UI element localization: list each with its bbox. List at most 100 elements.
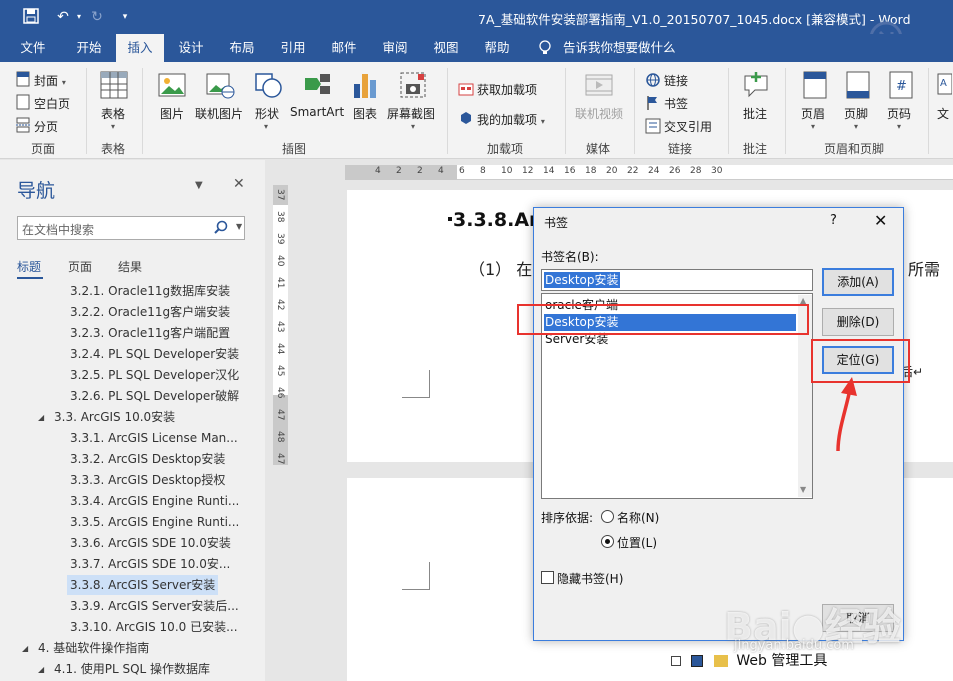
link-icon <box>645 72 661 88</box>
document-heading[interactable]: 3.3.8.Ar <box>453 209 538 231</box>
page-break-button[interactable]: 分页 <box>34 118 58 135</box>
document-paragraph-start[interactable]: （1） 在 <box>469 256 532 280</box>
nav-heading-item[interactable]: 3.3.4. ArcGIS Engine Runti... <box>67 491 242 511</box>
cross-reference-button[interactable]: 交叉引用 <box>664 118 712 135</box>
search-dropdown-icon[interactable]: ▼ <box>236 222 242 231</box>
sort-name-radio[interactable] <box>601 510 614 523</box>
get-addins-button[interactable]: 获取加载项 <box>477 81 537 98</box>
delete-button[interactable]: 删除(D) <box>822 308 894 336</box>
text-box-button[interactable]: 文 <box>937 105 949 122</box>
ruler-number: 28 <box>690 166 702 176</box>
nav-heading-item[interactable]: 4. 基础软件操作指南 <box>35 638 152 658</box>
nav-heading-item[interactable]: 3.3.2. ArcGIS Desktop安装 <box>67 449 228 469</box>
sort-location-label[interactable]: 位置(L) <box>617 534 657 551</box>
nav-heading-item[interactable]: 3.3.3. ArcGIS Desktop授权 <box>67 470 228 490</box>
nav-tab-indicator <box>17 277 43 279</box>
hidden-bookmarks-label[interactable]: 隐藏书签(H) <box>557 570 623 587</box>
tab-review[interactable]: 审阅 <box>374 34 416 62</box>
nav-heading-item[interactable]: 3.3.9. ArcGIS Server安装后... <box>67 596 242 616</box>
document-paragraph-end[interactable]: 所需 <box>908 256 940 280</box>
shapes-button[interactable]: 形状 <box>255 105 279 122</box>
my-addins-icon <box>458 110 474 126</box>
my-addins-button[interactable]: 我的加载项 ▾ <box>477 111 545 128</box>
nav-heading-item[interactable]: 3.2.5. PL SQL Developer汉化 <box>67 365 242 385</box>
sort-location-radio[interactable] <box>601 535 614 548</box>
add-button[interactable]: 添加(A) <box>822 268 894 296</box>
navigation-pane: 导航 ▼ ✕ 在文档中搜索 ▼ 标题 页面 结果 3.2.1. Oracle11… <box>0 160 265 681</box>
redo-icon[interactable]: ↻ <box>88 8 106 26</box>
nav-tab-results[interactable]: 结果 <box>118 258 142 275</box>
undo-dropdown-icon[interactable]: ▾ <box>70 8 88 26</box>
collapse-triangle-icon[interactable]: ◢ <box>22 644 28 653</box>
nav-heading-item[interactable]: 3.3.6. ArcGIS SDE 10.0安装 <box>67 533 234 553</box>
nav-heading-item[interactable]: 3.3.10. ArcGIS 10.0 已安装... <box>67 617 241 637</box>
ruler-number: 22 <box>627 166 639 176</box>
nav-heading-item[interactable]: 3.2.3. Oracle11g客户端配置 <box>67 323 233 343</box>
tab-layout[interactable]: 布局 <box>221 34 263 62</box>
nav-tab-pages[interactable]: 页面 <box>68 258 92 275</box>
ruler-number: 10 <box>501 166 513 176</box>
chart-icon <box>350 70 380 100</box>
nav-heading-item[interactable]: 3.3.5. ArcGIS Engine Runti... <box>67 512 242 532</box>
bookmark-name-input[interactable]: Desktop安装 <box>541 269 813 291</box>
tab-help[interactable]: 帮助 <box>476 34 518 62</box>
nav-heading-item[interactable]: 3.2.2. Oracle11g客户端安装 <box>67 302 233 322</box>
vertical-ruler[interactable]: 37 38 39 40 41 42 43 44 45 46 47 48 47 <box>273 185 288 465</box>
tab-insert[interactable]: 插入 <box>116 34 164 62</box>
nav-heading-item[interactable]: 3.3.8. ArcGIS Server安装 <box>67 575 219 595</box>
tab-mailings[interactable]: 邮件 <box>323 34 365 62</box>
smartart-button[interactable]: SmartArt <box>290 105 344 119</box>
help-icon[interactable]: ? <box>830 213 837 228</box>
cover-page-button[interactable]: 封面 ▾ <box>34 72 66 89</box>
nav-options-icon[interactable]: ▼ <box>195 180 203 191</box>
nav-tab-headings[interactable]: 标题 <box>17 258 41 275</box>
nav-heading-item[interactable]: 3.2.4. PL SQL Developer安装 <box>67 344 242 364</box>
picture-icon <box>157 70 187 100</box>
picture-button[interactable]: 图片 <box>160 105 184 122</box>
header-button[interactable]: 页眉 <box>801 105 825 122</box>
group-label-media: 媒体 <box>586 142 611 156</box>
ruler-number: 44 <box>275 343 285 355</box>
customize-icon[interactable]: ▾ <box>116 8 134 26</box>
tab-view[interactable]: 视图 <box>425 34 467 62</box>
tab-home[interactable]: 开始 <box>64 34 114 62</box>
group-label-links: 链接 <box>668 142 693 156</box>
save-icon[interactable] <box>22 8 40 26</box>
footer-button[interactable]: 页脚 <box>844 105 868 122</box>
page-number-button[interactable]: 页码 <box>887 105 911 122</box>
online-picture-button[interactable]: 联机图片 <box>195 105 243 122</box>
tell-me-box[interactable]: 告诉我你想要做什么 <box>563 34 676 62</box>
nav-heading-item[interactable]: 3.3.7. ArcGIS SDE 10.0安... <box>67 554 233 574</box>
search-icon[interactable] <box>214 220 228 238</box>
sort-name-label[interactable]: 名称(N) <box>617 509 659 526</box>
ruler-number: 38 <box>275 211 285 223</box>
chart-button[interactable]: 图表 <box>353 105 377 122</box>
nav-heading-item[interactable]: 3.3.1. ArcGIS License Man... <box>67 428 241 448</box>
group-label-addins: 加载项 <box>487 142 524 156</box>
scroll-down-icon[interactable]: ▼ <box>800 485 806 494</box>
nav-heading-item[interactable]: 4.1. 使用PL SQL 操作数据库 <box>51 659 213 679</box>
bookmark-button[interactable]: 书签 <box>664 95 688 112</box>
horizontal-ruler[interactable]: 4 2 2 4 6 8 10 12 14 16 18 20 22 24 26 28 30 <box>345 165 953 180</box>
collapse-triangle-icon[interactable]: ◢ <box>38 413 44 422</box>
text-box-icon: A <box>936 70 953 100</box>
comment-button[interactable]: 批注 <box>743 105 767 122</box>
hidden-bookmarks-checkbox[interactable] <box>541 571 554 584</box>
tab-design[interactable]: 设计 <box>170 34 212 62</box>
nav-search-input[interactable]: 在文档中搜索 ▼ <box>17 216 245 240</box>
screenshot-button[interactable]: 屏幕截图 <box>387 105 435 122</box>
nav-heading-item[interactable]: 3.2.1. Oracle11g数据库安装 <box>67 281 233 301</box>
ruler-number: 37 <box>275 189 285 201</box>
blank-page-button[interactable]: 空白页 <box>34 95 70 112</box>
nav-close-icon[interactable]: ✕ <box>233 176 245 192</box>
nav-heading-item[interactable]: 3.2.6. PL SQL Developer破解 <box>67 386 242 406</box>
close-icon[interactable]: ✕ <box>874 211 887 230</box>
ruler-number: 47 <box>275 453 285 465</box>
tab-file[interactable]: 文件 <box>12 34 54 62</box>
collapse-triangle-icon[interactable]: ◢ <box>38 665 44 674</box>
table-button[interactable]: 表格 <box>101 105 125 122</box>
link-button[interactable]: 链接 <box>664 72 688 89</box>
tab-references[interactable]: 引用 <box>272 34 314 62</box>
online-video-button[interactable]: 联机视频 <box>575 105 623 122</box>
nav-heading-item[interactable]: 3.3. ArcGIS 10.0安装 <box>51 407 178 427</box>
